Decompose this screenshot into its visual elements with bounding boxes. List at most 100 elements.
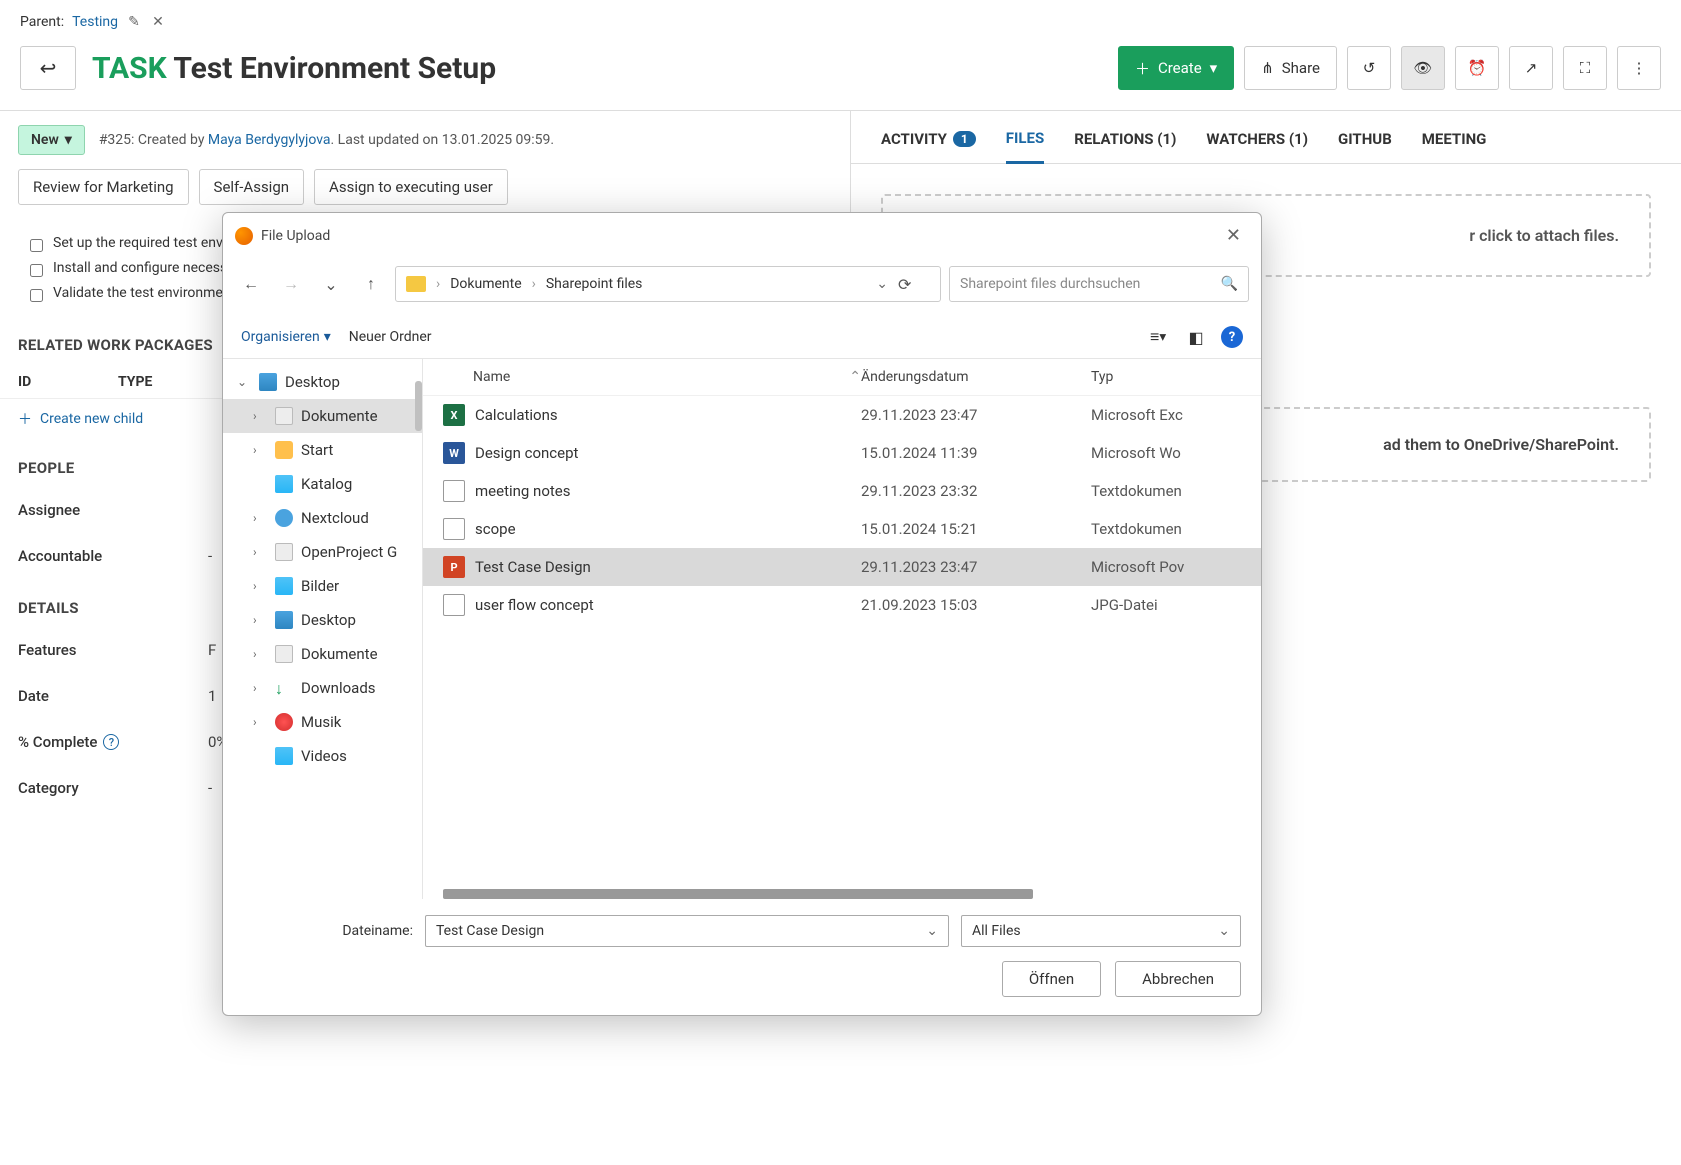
- create-button[interactable]: ＋ Create ▾: [1118, 46, 1234, 90]
- cancel-button[interactable]: Abbrechen: [1115, 961, 1241, 997]
- tree-label: Nextcloud: [301, 509, 369, 527]
- search-icon[interactable]: 🔍: [1221, 276, 1238, 292]
- checkbox[interactable]: [30, 239, 43, 252]
- features-value[interactable]: F: [208, 641, 216, 659]
- status-badge[interactable]: New ▾: [18, 125, 85, 155]
- tree-item[interactable]: ›↓Downloads: [223, 671, 422, 705]
- expand-icon[interactable]: ›: [253, 443, 267, 457]
- tree-item[interactable]: Videos: [223, 739, 422, 773]
- file-row[interactable]: WDesign concept15.01.2024 11:39Microsoft…: [423, 434, 1261, 472]
- chevron-down-icon[interactable]: ⌄: [926, 923, 938, 939]
- file-row[interactable]: scope15.01.2024 15:21Textdokumen: [423, 510, 1261, 548]
- expand-icon[interactable]: ⌄: [237, 375, 251, 389]
- refresh-icon[interactable]: ⟳: [898, 275, 930, 294]
- txt-file-icon: [443, 518, 465, 540]
- nav-back-icon[interactable]: ←: [235, 268, 267, 300]
- folder-tree[interactable]: ⌄Desktop›Dokumente›StartKatalog›Nextclou…: [223, 359, 423, 899]
- close-icon[interactable]: ✕: [150, 14, 166, 30]
- file-row[interactable]: user flow concept21.09.2023 15:03JPG-Dat…: [423, 586, 1261, 624]
- back-button[interactable]: ↩: [20, 46, 76, 90]
- tree-item[interactable]: ›OpenProject G: [223, 535, 422, 569]
- view-list-icon[interactable]: ≡ ▾: [1145, 324, 1171, 350]
- tree-item[interactable]: ›Desktop: [223, 603, 422, 637]
- breadcrumb-item[interactable]: Dokumente: [450, 276, 521, 292]
- expand-icon[interactable]: ›: [253, 715, 267, 729]
- link-icon[interactable]: ↗: [1509, 46, 1553, 90]
- checkbox[interactable]: [30, 289, 43, 302]
- filename-input[interactable]: Test Case Design⌄: [425, 915, 949, 947]
- review-button[interactable]: Review for Marketing: [18, 169, 189, 205]
- open-button[interactable]: Öffnen: [1002, 961, 1101, 997]
- category-value[interactable]: -: [208, 779, 212, 797]
- breadcrumb-item[interactable]: Sharepoint files: [546, 276, 643, 292]
- file-row[interactable]: meeting notes29.11.2023 23:32Textdokumen: [423, 472, 1261, 510]
- tab-github[interactable]: GITHUB: [1338, 129, 1392, 163]
- more-icon[interactable]: ⋮: [1617, 46, 1661, 90]
- author-link[interactable]: Maya Berdygylyjova: [208, 132, 331, 148]
- tree-item[interactable]: › Nextcloud: [223, 501, 422, 535]
- expand-icon[interactable]: ›: [253, 545, 267, 559]
- fullscreen-icon[interactable]: ⛶: [1563, 46, 1607, 90]
- img-icon: [275, 475, 293, 493]
- help-icon[interactable]: ?: [103, 734, 119, 750]
- col-type[interactable]: Typ: [1091, 369, 1231, 385]
- nav-recent-icon[interactable]: ⌄: [315, 268, 347, 300]
- expand-icon[interactable]: ›: [253, 409, 267, 423]
- expand-icon[interactable]: ›: [253, 511, 267, 525]
- tree-item[interactable]: ›Dokumente: [223, 399, 422, 433]
- parent-link[interactable]: Testing: [72, 14, 118, 30]
- preview-pane-icon[interactable]: ◧: [1183, 324, 1209, 350]
- file-name: Design concept: [475, 444, 861, 462]
- expand-icon[interactable]: ›: [253, 613, 267, 627]
- meta-text: #325: Created by Maya Berdygylyjova. Las…: [99, 132, 554, 148]
- col-date[interactable]: Änderungsdatum: [861, 369, 1091, 385]
- nav-up-icon[interactable]: ↑: [355, 268, 387, 300]
- self-assign-button[interactable]: Self-Assign: [199, 169, 305, 205]
- tab-files[interactable]: FILES: [1006, 129, 1044, 164]
- file-row[interactable]: XCalculations29.11.2023 23:47Microsoft E…: [423, 396, 1261, 434]
- expand-icon[interactable]: ›: [253, 579, 267, 593]
- tree-item[interactable]: ›Bilder: [223, 569, 422, 603]
- file-list: XCalculations29.11.2023 23:47Microsoft E…: [423, 396, 1261, 624]
- date-value[interactable]: 1: [208, 687, 216, 705]
- share-icon: ⋔: [1261, 59, 1274, 77]
- tab-activity[interactable]: ACTIVITY1: [881, 129, 976, 163]
- chevron-down-icon[interactable]: ⌄: [876, 276, 888, 292]
- expand-icon[interactable]: ›: [253, 647, 267, 661]
- tab-meeting[interactable]: MEETING: [1422, 129, 1487, 163]
- tree-item[interactable]: ›Dokumente: [223, 637, 422, 671]
- chevron-down-icon: ▾: [1210, 59, 1218, 77]
- expand-icon[interactable]: ›: [253, 681, 267, 695]
- horizontal-scrollbar[interactable]: [443, 889, 1033, 899]
- file-date: 15.01.2024 11:39: [861, 444, 1091, 462]
- organize-menu[interactable]: Organisieren ▾: [241, 329, 331, 345]
- history-icon[interactable]: ↺: [1347, 46, 1391, 90]
- task-type: TASK: [92, 51, 167, 86]
- close-button[interactable]: ✕: [1218, 221, 1249, 250]
- tab-watchers[interactable]: WATCHERS (1): [1206, 129, 1308, 163]
- dialog-title: File Upload: [261, 228, 330, 244]
- file-type-select[interactable]: All Files⌄: [961, 915, 1241, 947]
- nav-forward-icon[interactable]: →: [275, 268, 307, 300]
- tree-item[interactable]: Katalog: [223, 467, 422, 501]
- file-name: scope: [475, 520, 861, 538]
- reminder-icon[interactable]: ⏰: [1455, 46, 1499, 90]
- col-name[interactable]: Name ⌃: [473, 369, 861, 385]
- tree-item[interactable]: ›Musik: [223, 705, 422, 739]
- help-icon[interactable]: ?: [1221, 326, 1243, 348]
- checkbox[interactable]: [30, 264, 43, 277]
- jpg-file-icon: [443, 594, 465, 616]
- share-button[interactable]: ⋔ Share: [1244, 46, 1337, 90]
- file-row[interactable]: PTest Case Design29.11.2023 23:47Microso…: [423, 548, 1261, 586]
- watch-icon[interactable]: 👁: [1401, 46, 1445, 90]
- accountable-value[interactable]: -: [208, 547, 212, 565]
- breadcrumb[interactable]: › Dokumente › Sharepoint files ⌄ ⟳: [395, 266, 941, 302]
- tab-relations[interactable]: RELATIONS (1): [1074, 129, 1176, 163]
- tree-item[interactable]: ⌄Desktop: [223, 365, 422, 399]
- new-folder-button[interactable]: Neuer Ordner: [349, 329, 432, 345]
- edit-icon[interactable]: ✎: [126, 14, 142, 30]
- assign-exec-button[interactable]: Assign to executing user: [314, 169, 508, 205]
- file-name: Test Case Design: [475, 558, 861, 576]
- search-input[interactable]: Sharepoint files durchsuchen 🔍: [949, 266, 1249, 302]
- tree-item[interactable]: ›Start: [223, 433, 422, 467]
